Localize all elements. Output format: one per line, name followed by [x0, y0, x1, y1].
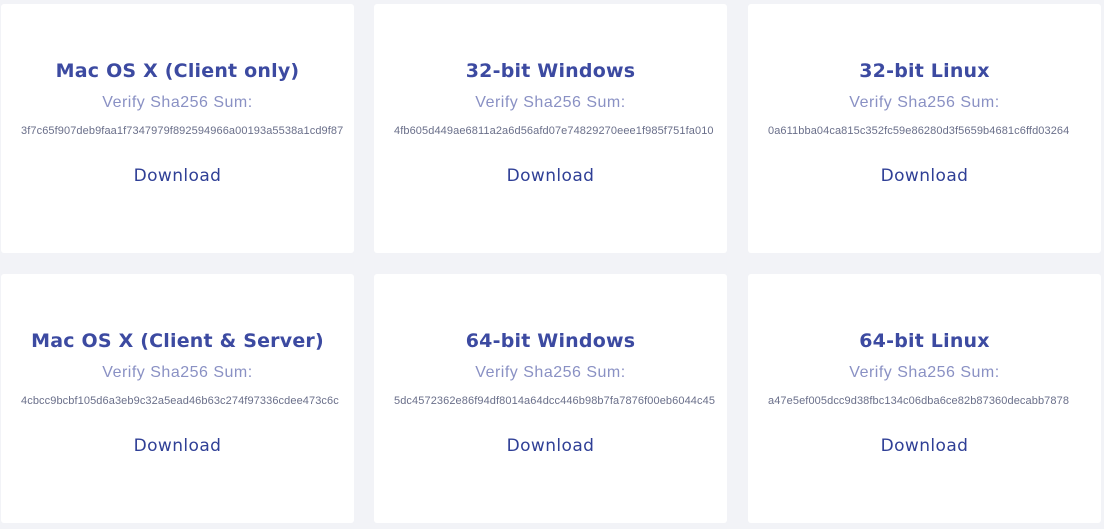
card-title: Mac OS X (Client only)	[55, 60, 300, 82]
download-link[interactable]: Download	[748, 166, 1101, 186]
download-link[interactable]: Download	[748, 436, 1101, 456]
download-link-label[interactable]: Download	[881, 436, 969, 456]
download-card-64bit-windows: 64-bit Windows Verify Sha256 Sum: 5dc457…	[374, 274, 727, 523]
download-card-64bit-linux: 64-bit Linux Verify Sha256 Sum: a47e5ef0…	[748, 274, 1101, 523]
download-link-label[interactable]: Download	[881, 166, 969, 186]
download-card-mac-client-server: Mac OS X (Client & Server) Verify Sha256…	[1, 274, 354, 523]
card-title: 32-bit Linux	[859, 60, 990, 82]
verify-sha256-label: Verify Sha256 Sum:	[475, 364, 626, 381]
verify-sha256-label: Verify Sha256 Sum:	[102, 364, 253, 381]
download-link-label[interactable]: Download	[134, 436, 222, 456]
card-title: Mac OS X (Client & Server)	[31, 330, 324, 352]
verify-sha256-label: Verify Sha256 Sum:	[849, 364, 1000, 381]
download-card-32bit-windows: 32-bit Windows Verify Sha256 Sum: 4fb605…	[374, 4, 727, 253]
download-link[interactable]: Download	[1, 436, 354, 456]
download-link-label[interactable]: Download	[134, 166, 222, 186]
sha256-hash: 3f7c65f907deb9faa1f7347979f892594966a001…	[21, 125, 344, 137]
card-title: 32-bit Windows	[465, 60, 636, 82]
download-card-mac-client-only: Mac OS X (Client only) Verify Sha256 Sum…	[1, 4, 354, 253]
sha256-hash: 4cbcc9bcbf105d6a3eb9c32a5ead46b63c274f97…	[21, 395, 339, 407]
sha256-hash: a47e5ef005dcc9d38fbc134c06dba6ce82b87360…	[768, 395, 1070, 407]
verify-sha256-label: Verify Sha256 Sum:	[475, 94, 626, 111]
download-link[interactable]: Download	[374, 436, 727, 456]
sha256-hash: 4fb605d449ae6811a2a6d56afd07e74829270eee…	[394, 125, 714, 137]
sha256-hash: 0a611bba04ca815c352fc59e86280d3f5659b468…	[768, 125, 1070, 137]
download-link[interactable]: Download	[1, 166, 354, 186]
verify-sha256-label: Verify Sha256 Sum:	[849, 94, 1000, 111]
card-title: 64-bit Linux	[859, 330, 990, 352]
card-title: 64-bit Windows	[465, 330, 636, 352]
verify-sha256-label: Verify Sha256 Sum:	[102, 94, 253, 111]
download-card-32bit-linux: 32-bit Linux Verify Sha256 Sum: 0a611bba…	[748, 4, 1101, 253]
sha256-hash: 5dc4572362e86f94df8014a64dcc446b98b7fa78…	[394, 395, 716, 407]
download-link-label[interactable]: Download	[507, 436, 595, 456]
download-link-label[interactable]: Download	[507, 166, 595, 186]
download-link[interactable]: Download	[374, 166, 727, 186]
